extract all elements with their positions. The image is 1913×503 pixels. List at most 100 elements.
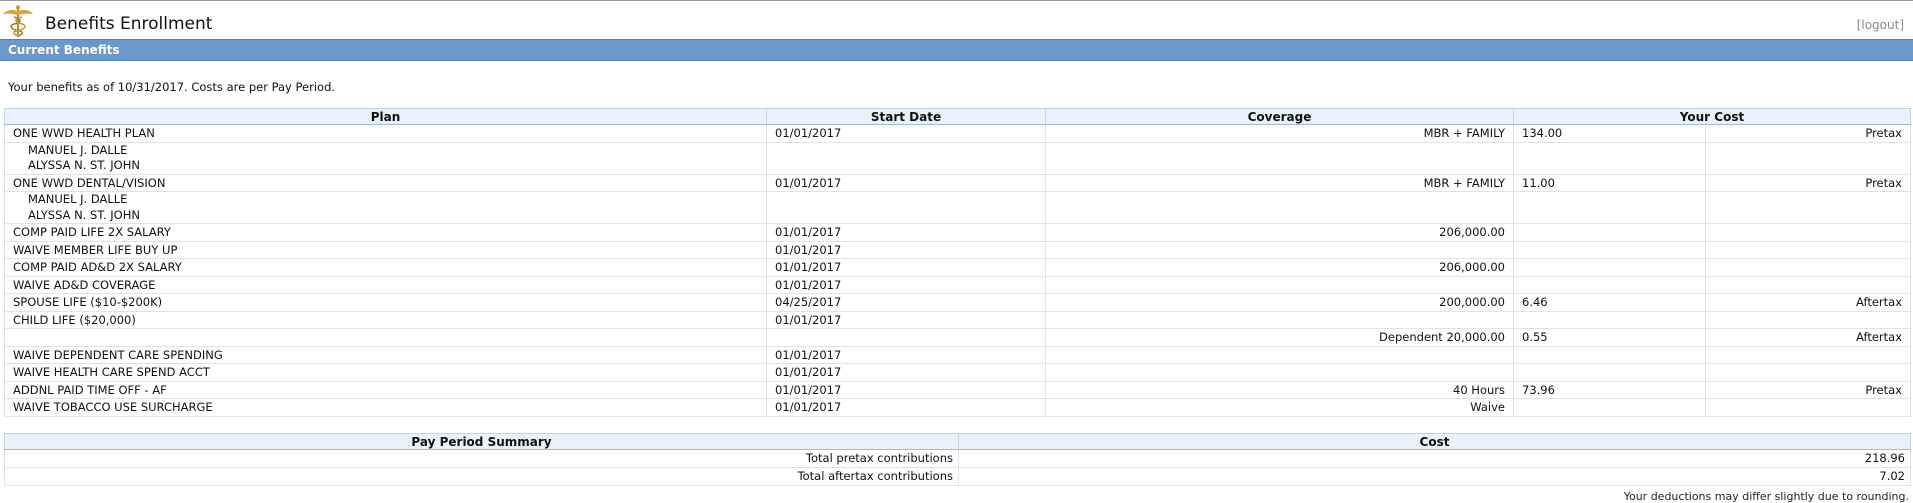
start-date-cell [766,328,1046,347]
tax-type-cell [1705,398,1911,417]
tax-type-cell [1705,223,1911,242]
plan-name-cell: WAIVE AD&D COVERAGE [4,275,767,294]
plan-name-cell: WAIVE TOBACCO USE SURCHARGE [4,398,767,417]
benefits-table-body: ONE WWD HEALTH PLAN 01/01/2017 MBR + FAMIL… [4,124,1911,417]
empty-cell [1705,141,1911,175]
coverage-cell: 200,000.00 [1045,293,1514,312]
plan-name-cell [4,328,767,347]
tax-type-cell [1705,240,1911,259]
benefit-row: WAIVE AD&D COVERAGE 01/01/2017 [4,275,1911,294]
start-date-cell: 01/01/2017 [766,398,1046,417]
tax-type-cell [1705,310,1911,329]
coverage-cell: 206,000.00 [1045,258,1514,277]
cost-cell [1513,240,1706,259]
cost-cell [1513,310,1706,329]
start-date-cell: 01/01/2017 [766,124,1046,143]
benefit-row: COMP PAID AD&D 2X SALARY 01/01/2017 206,00… [4,258,1911,277]
benefits-table: Plan Start Date Coverage Your Cost ONE W… [4,108,1911,417]
plan-name-cell: ONE WWD DENTAL/VISION [4,173,767,192]
summary-row: Total pretax contributions 218.96 [4,449,1911,468]
summary-label-cell: Total aftertax contributions [4,467,959,486]
benefits-header-row: Plan Start Date Coverage Your Cost [4,108,1911,125]
tax-type-cell [1705,258,1911,277]
plan-name-cell: COMP PAID LIFE 2X SALARY [4,223,767,242]
start-date-cell: 01/01/2017 [766,345,1046,364]
cost-cell: 6.46 [1513,293,1706,312]
plan-name-cell: CHILD LIFE ($20,000) [4,310,767,329]
coverage-cell: MBR + FAMILY [1045,124,1514,143]
section-title: Current Benefits [8,43,120,57]
plan-name-cell: COMP PAID AD&D 2X SALARY [4,258,767,277]
plan-name-cell: WAIVE DEPENDENT CARE SPENDING [4,345,767,364]
tax-type-cell: Pretax [1705,173,1911,192]
cost-cell [1513,275,1706,294]
coverage-cell [1045,310,1514,329]
start-date-cell: 01/01/2017 [766,363,1046,382]
empty-cell [1705,191,1911,224]
benefit-row: Dependent 20,000.00 0.55 Aftertax [4,328,1911,347]
benefit-row: WAIVE TOBACCO USE SURCHARGE 01/01/2017 Wai… [4,398,1911,417]
tax-type-cell [1705,275,1911,294]
empty-cell [1045,141,1514,175]
start-date-cell: 01/01/2017 [766,310,1046,329]
benefit-row: WAIVE HEALTH CARE SPEND ACCT 01/01/2017 [4,363,1911,382]
coverage-cell: Waive [1045,398,1514,417]
dependents-cell: MANUEL J. DALLE ALYSSA N. ST. JOHN [4,141,767,175]
cost-cell [1513,258,1706,277]
cost-cell [1513,345,1706,364]
dependent-name: ALYSSA N. ST. JOHN [28,207,140,222]
benefit-row: ADDNL PAID TIME OFF - AF 01/01/2017 40 Hou… [4,380,1911,399]
benefit-row: ONE WWD HEALTH PLAN 01/01/2017 MBR + FAMIL… [4,124,1911,143]
dependents-row: MANUEL J. DALLE ALYSSA N. ST. JOHN [4,191,1911,224]
dependent-name: ALYSSA N. ST. JOHN [28,158,140,172]
tax-type-cell: Aftertax [1705,328,1911,347]
coverage-cell [1045,345,1514,364]
summary-value-cell: 7.02 [958,467,1911,486]
benefit-row: SPOUSE LIFE ($10-$200K) 04/25/2017 200,000… [4,293,1911,312]
coverage-cell: 206,000.00 [1045,223,1514,242]
cost-cell: 73.96 [1513,380,1706,399]
benefits-intro: Your benefits as of 10/31/2017. Costs ar… [8,80,336,94]
benefit-row: WAIVE DEPENDENT CARE SPENDING 01/01/2017 [4,345,1911,364]
start-date-cell: 01/01/2017 [766,223,1046,242]
coverage-cell [1045,240,1514,259]
coverage-cell [1045,363,1514,382]
plan-name-cell: ONE WWD HEALTH PLAN [4,124,767,143]
dependent-name: MANUEL J. DALLE [28,192,128,207]
empty-cell [1045,191,1514,224]
summary-value-cell: 218.96 [958,449,1911,468]
start-date-cell: 01/01/2017 [766,380,1046,399]
empty-cell [766,141,1046,175]
empty-cell [1513,191,1706,224]
tax-type-cell: Pretax [1705,380,1911,399]
logout-link[interactable]: [logout] [1857,18,1904,32]
dependents-row: MANUEL J. DALLE ALYSSA N. ST. JOHN [4,141,1911,175]
cost-cell: 11.00 [1513,173,1706,192]
cost-cell [1513,398,1706,417]
empty-cell [1513,141,1706,175]
column-header-plan: Plan [4,108,767,125]
column-header-pay-period-summary: Pay Period Summary [4,433,959,450]
app-header: Benefits Enrollment [logout] [0,1,1913,39]
cost-cell [1513,223,1706,242]
plan-name-cell: WAIVE MEMBER LIFE BUY UP [4,240,767,259]
start-date-cell: 01/01/2017 [766,275,1046,294]
tax-type-cell [1705,345,1911,364]
caduceus-logo-icon [3,5,33,37]
benefit-row: COMP PAID LIFE 2X SALARY 01/01/2017 206,00… [4,223,1911,242]
start-date-cell: 04/25/2017 [766,293,1046,312]
start-date-cell: 01/01/2017 [766,173,1046,192]
dependents-cell: MANUEL J. DALLE ALYSSA N. ST. JOHN [4,191,767,224]
benefit-row: ONE WWD DENTAL/VISION 01/01/2017 MBR + FAM… [4,173,1911,192]
tax-type-cell: Aftertax [1705,293,1911,312]
dependent-name: MANUEL J. DALLE [28,142,128,157]
app-title: Benefits Enrollment [45,14,213,34]
column-header-start-date: Start Date [766,108,1046,125]
coverage-cell [1045,275,1514,294]
column-header-cost: Cost [958,433,1911,450]
summary-row: Total aftertax contributions 7.02 [4,467,1911,486]
coverage-cell: 40 Hours [1045,380,1514,399]
summary-table-body: Total pretax contributions 218.96 Total af… [4,449,1911,486]
plan-name-cell: SPOUSE LIFE ($10-$200K) [4,293,767,312]
pay-period-summary-table: Pay Period Summary Cost Total pretax con… [4,433,1911,486]
